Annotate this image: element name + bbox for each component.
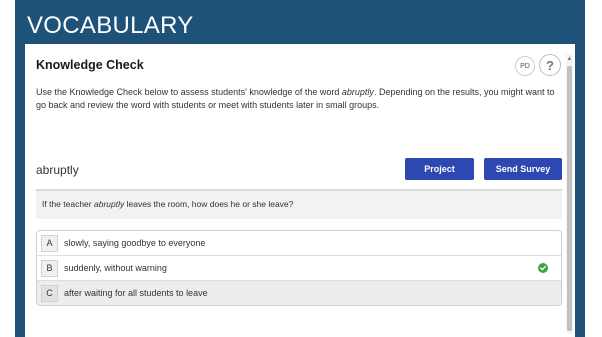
question-text: If the teacher abruptly leaves the room,… [36, 191, 562, 219]
question-part2: leaves the room, how does he or she leav… [124, 199, 294, 209]
answer-list: A slowly, saying goodbye to everyone B s… [36, 230, 562, 306]
project-button[interactable]: Project [405, 158, 474, 180]
answer-option-c[interactable]: C after waiting for all students to leav… [37, 281, 561, 305]
intro-text: Use the Knowledge Check below to assess … [36, 86, 556, 112]
answer-option-a[interactable]: A slowly, saying goodbye to everyone [37, 231, 561, 256]
vocabulary-frame: VOCABULARY Knowledge Check PD ? Use the … [15, 0, 585, 337]
answer-text: after waiting for all students to leave [64, 288, 208, 298]
scroll-up-icon[interactable]: ▲ [566, 56, 573, 62]
answer-option-b[interactable]: B suddenly, without warning [37, 256, 561, 281]
vocabulary-word: abruptly [36, 163, 79, 177]
answer-letter: A [41, 234, 58, 252]
answer-text: suddenly, without warning [64, 263, 167, 273]
intro-part1: Use the Knowledge Check below to assess … [36, 87, 342, 97]
scrollbar-thumb[interactable] [567, 66, 572, 331]
send-survey-button[interactable]: Send Survey [484, 158, 562, 180]
pd-label: PD [520, 62, 530, 70]
knowledge-check-panel: Knowledge Check PD ? Use the Knowledge C… [25, 44, 575, 337]
answer-letter: B [41, 259, 58, 277]
question-word: abruptly [93, 199, 125, 209]
check-circle-icon [538, 263, 548, 273]
answer-text: slowly, saying goodbye to everyone [64, 238, 206, 248]
help-label: ? [546, 57, 554, 73]
answer-letter: C [41, 284, 58, 302]
pd-icon[interactable]: PD [515, 56, 535, 76]
page-title: VOCABULARY [27, 12, 194, 39]
intro-word: abruptly [341, 87, 374, 97]
question-part1: If the teacher [42, 199, 94, 209]
help-icon[interactable]: ? [539, 54, 561, 76]
panel-title: Knowledge Check [36, 58, 144, 72]
